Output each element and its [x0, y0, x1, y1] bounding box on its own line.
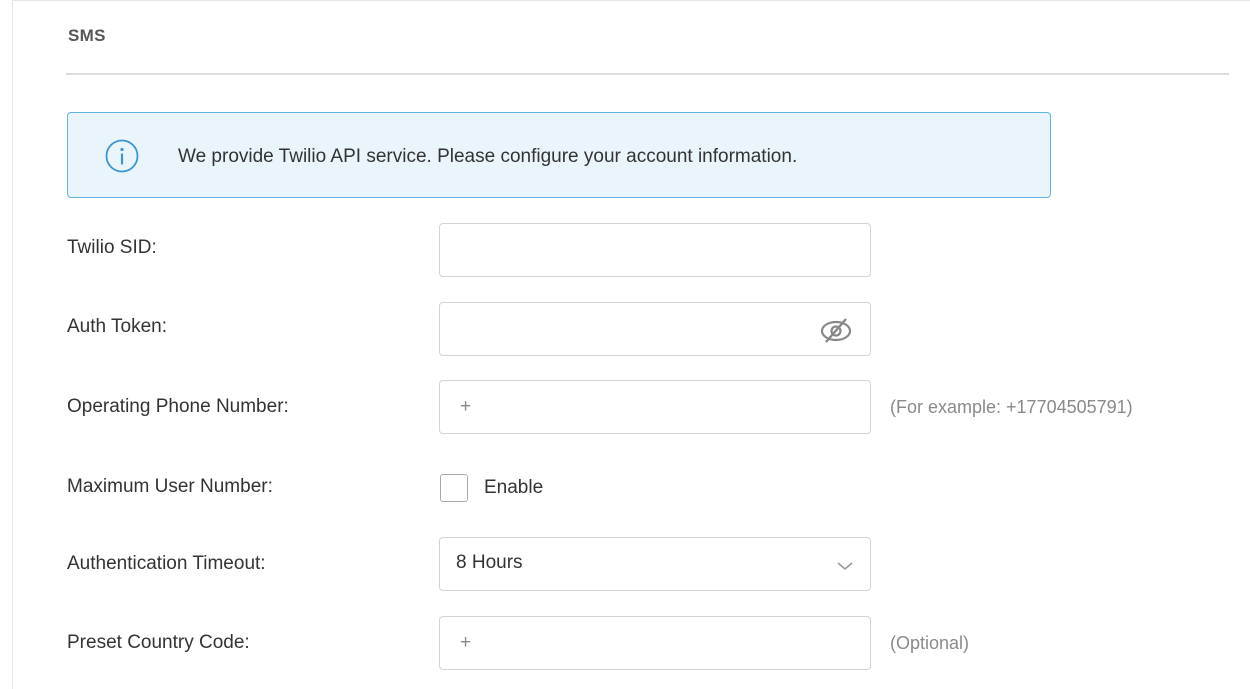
eye-slash-icon[interactable] [820, 316, 854, 344]
section-divider [66, 73, 1229, 75]
auth-timeout-selected-value: 8 Hours [456, 552, 523, 573]
max-user-number-checkbox[interactable] [440, 474, 468, 502]
auth-token-input[interactable] [440, 303, 870, 355]
country-code-prefix: + [460, 632, 472, 653]
auth-timeout-label: Authentication Timeout: [67, 553, 266, 574]
info-notice-text: We provide Twilio API service. Please co… [178, 146, 798, 167]
preset-country-code-label: Preset Country Code: [67, 632, 250, 653]
info-notice: We provide Twilio API service. Please co… [67, 112, 1051, 198]
auth-timeout-select[interactable]: 8 Hours [439, 537, 871, 591]
twilio-sid-field[interactable] [439, 223, 871, 277]
preset-country-code-hint: (Optional) [890, 633, 970, 653]
max-user-number-checkbox-label[interactable]: Enable [484, 477, 543, 499]
chevron-down-icon [837, 562, 853, 571]
section-title: SMS [68, 26, 106, 45]
operating-phone-label: Operating Phone Number: [67, 396, 289, 417]
auth-token-field[interactable] [439, 302, 871, 356]
info-circle-icon [105, 139, 139, 173]
operating-phone-input[interactable] [440, 381, 870, 433]
twilio-sid-input[interactable] [440, 224, 870, 276]
max-user-number-label: Maximum User Number: [67, 476, 273, 497]
operating-phone-hint: (For example: +17704505791) [890, 397, 1133, 417]
phone-prefix: + [460, 396, 472, 417]
preset-country-code-input[interactable] [440, 617, 870, 669]
operating-phone-field[interactable]: + [439, 380, 871, 434]
twilio-sid-label: Twilio SID: [67, 237, 157, 258]
preset-country-code-field[interactable]: + [439, 616, 871, 670]
auth-token-label: Auth Token: [67, 316, 168, 337]
